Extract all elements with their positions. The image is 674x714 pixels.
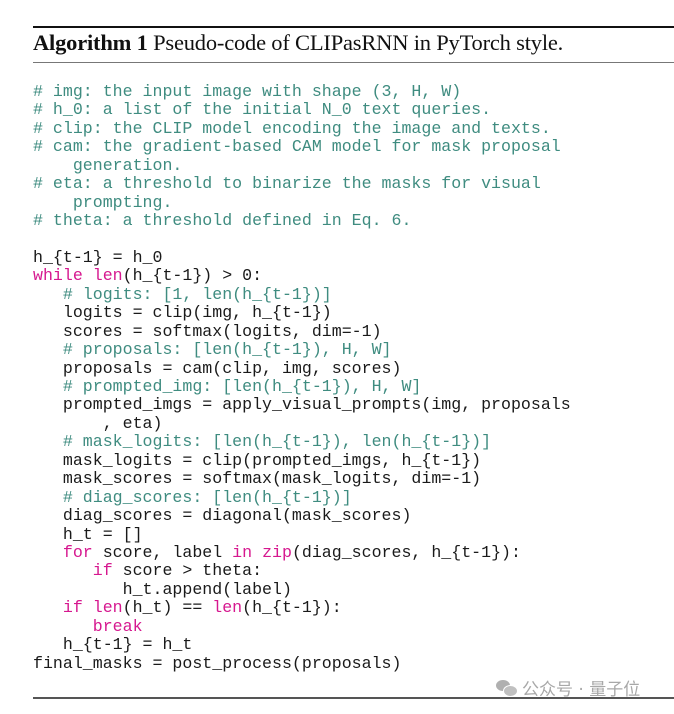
caption-rule	[33, 62, 674, 63]
code-line: proposals = cam(clip, img, scores)	[33, 358, 571, 378]
code-comment: # h_0: a list of the initial N_0 text qu…	[33, 100, 492, 120]
code-text: (h_{t-1}):	[242, 598, 342, 618]
code-text: mask_scores = softmax(mask_logits, dim=-…	[33, 469, 482, 489]
code-line: mask_scores = softmax(mask_logits, dim=-…	[33, 469, 571, 489]
code-keyword: in	[232, 542, 253, 562]
code-line: generation.	[33, 155, 571, 175]
code-line: if len(h_t) == len(h_{t-1}):	[33, 599, 571, 617]
code-text: diag_scores = diagonal(mask_scores)	[33, 506, 412, 526]
code-line: h_t.append(label)	[33, 579, 571, 599]
code-keyword: for	[62, 542, 93, 562]
code-line: scores = softmax(logits, dim=-1)	[33, 321, 571, 341]
code-line: break	[33, 616, 571, 636]
code-text: (h_t) ==	[122, 598, 213, 618]
code-keyword: len	[212, 598, 243, 618]
wechat-icon	[496, 679, 518, 697]
code-comment: generation.	[33, 155, 183, 175]
code-text: (h_{t-1}) > 0:	[122, 266, 263, 286]
algorithm-title: Pseudo-code of CLIPasRNN in PyTorch styl…	[147, 30, 564, 55]
code-keyword: len	[92, 598, 123, 618]
code-line: for score, label in zip(diag_scores, h_{…	[33, 542, 571, 562]
code-comment: # diag_scores: [len(h_{t-1})]	[62, 487, 352, 507]
code-comment: # mask_logits: [len(h_{t-1}), len(h_{t-1…	[62, 432, 492, 452]
code-line: # cam: the gradient-based CAM model for …	[33, 138, 571, 156]
code-keyword: if	[62, 598, 83, 618]
code-text: h_t = []	[33, 524, 143, 544]
top-rule	[33, 26, 674, 28]
code-text: , eta)	[33, 413, 163, 433]
code-text: logits = clip(img, h_{t-1})	[33, 303, 332, 323]
code-line: diag_scores = diagonal(mask_scores)	[33, 506, 571, 526]
code-line: # prompted_img: [len(h_{t-1}), H, W]	[33, 377, 571, 396]
code-line: h_t = []	[33, 524, 571, 544]
code-text: h_{t-1} = h_t	[33, 635, 193, 655]
code-comment: prompting.	[33, 192, 173, 212]
code-line: prompting.	[33, 192, 571, 212]
code-text: h_{t-1} = h_0	[33, 247, 163, 267]
code-comment: # prompted_img: [len(h_{t-1}), H, W]	[62, 377, 422, 396]
code-comment: # logits: [1, len(h_{t-1})]	[62, 284, 332, 304]
code-keyword: len	[92, 266, 123, 286]
code-text: final_masks = post_process(proposals)	[33, 653, 402, 673]
code-line: # eta: a threshold to binarize the masks…	[33, 174, 571, 194]
code-line: # theta: a threshold defined in Eq. 6.	[33, 211, 571, 231]
code-text: score, label	[92, 542, 233, 562]
code-line: # h_0: a list of the initial N_0 text qu…	[33, 101, 571, 119]
code-line: while len(h_{t-1}) > 0:	[33, 267, 571, 285]
code-line: if score > theta:	[33, 562, 571, 580]
code-comment: # cam: the gradient-based CAM model for …	[33, 137, 561, 157]
code-comment: # img: the input image with shape (3, H,…	[33, 82, 462, 101]
code-text: proposals = cam(clip, img, scores)	[33, 358, 402, 378]
code-keyword: zip	[262, 542, 292, 562]
code-line: logits = clip(img, h_{t-1})	[33, 304, 571, 322]
code-line: # diag_scores: [len(h_{t-1})]	[33, 487, 571, 507]
code-keyword: break	[92, 616, 143, 636]
code-line: # proposals: [len(h_{t-1}), H, W]	[33, 340, 571, 360]
code-line: # mask_logits: [len(h_{t-1}), len(h_{t-1…	[33, 433, 571, 451]
code-line: final_masks = post_process(proposals)	[33, 653, 571, 673]
code-text: scores = softmax(logits, dim=-1)	[33, 321, 382, 341]
code-text: h_t.append(label)	[33, 579, 292, 599]
code-line: mask_logits = clip(prompted_imgs, h_{t-1…	[33, 450, 571, 470]
code-line: h_{t-1} = h_t	[33, 635, 571, 655]
code-keyword: if	[92, 561, 113, 581]
code-line: # clip: the CLIP model encoding the imag…	[33, 118, 571, 138]
code-line: # logits: [1, len(h_{t-1})]	[33, 284, 571, 304]
code-line: prompted_imgs = apply_visual_prompts(img…	[33, 396, 571, 414]
code-keyword: while	[33, 266, 83, 286]
code-comment: # eta: a threshold to binarize the masks…	[33, 174, 541, 194]
code-text: prompted_imgs = apply_visual_prompts(img…	[33, 395, 571, 415]
code-comment: # clip: the CLIP model encoding the imag…	[33, 118, 551, 138]
code-text: score > theta:	[112, 561, 263, 581]
pseudo-code-block: # img: the input image with shape (3, H,…	[33, 82, 571, 673]
code-comment: # theta: a threshold defined in Eq. 6.	[33, 211, 412, 231]
watermark: 公众号 · 量子位	[496, 675, 640, 700]
code-line: h_{t-1} = h_0	[33, 247, 571, 267]
watermark-text: 公众号 · 量子位	[522, 680, 641, 700]
code-line: , eta)	[33, 413, 571, 433]
algorithm-caption: Algorithm 1 Pseudo-code of CLIPasRNN in …	[33, 30, 563, 56]
algorithm-label: Algorithm 1	[33, 30, 148, 55]
code-comment: # proposals: [len(h_{t-1}), H, W]	[62, 340, 392, 360]
code-line: # img: the input image with shape (3, H,…	[33, 82, 571, 101]
code-text: (diag_scores, h_{t-1}):	[291, 542, 521, 562]
code-text: mask_logits = clip(prompted_imgs, h_{t-1…	[33, 450, 482, 470]
